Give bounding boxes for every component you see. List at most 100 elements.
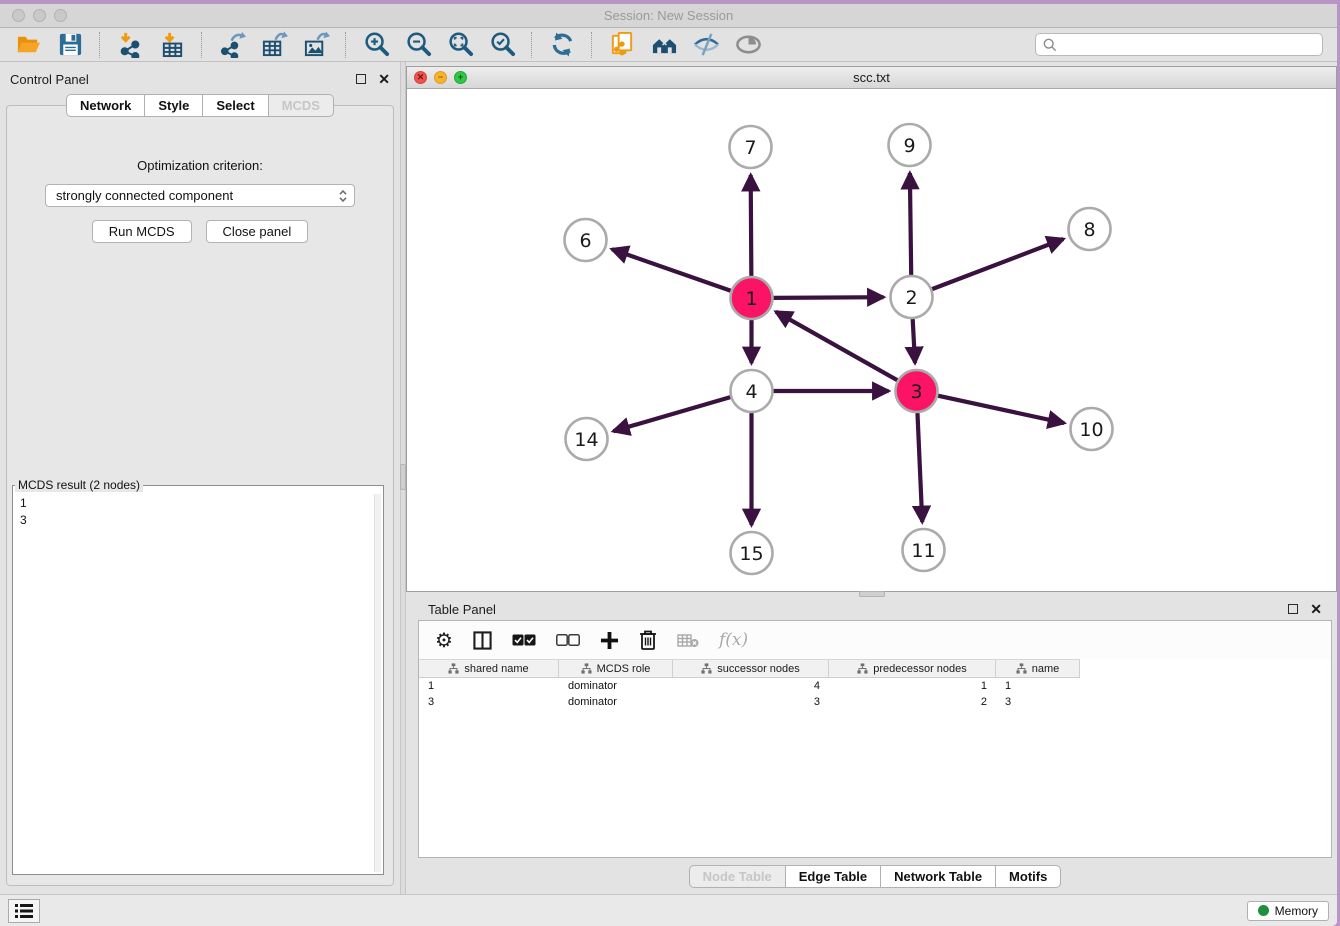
graph-edge-3-1[interactable]: [776, 312, 897, 380]
run-mcds-button[interactable]: Run MCDS: [92, 220, 192, 243]
table-cell[interactable]: 4: [673, 678, 829, 694]
refresh-layout-button[interactable]: [544, 31, 580, 59]
network-graph[interactable]: 7968124314101511: [407, 89, 1336, 591]
control-panel-title: Control Panel: [10, 72, 89, 87]
deselect-all-checkboxes-icon[interactable]: [556, 634, 580, 647]
home-button[interactable]: [646, 31, 682, 59]
table-cell[interactable]: 1: [419, 678, 559, 694]
select-all-checkboxes-icon[interactable]: [512, 634, 536, 647]
graph-node-label-2: 2: [905, 287, 917, 309]
close-panel-icon[interactable]: ✕: [1310, 602, 1322, 616]
horizontal-splitter[interactable]: [406, 592, 1337, 596]
control-panel-header: Control Panel ✕: [0, 68, 400, 90]
graph-edge-2-3[interactable]: [913, 319, 915, 363]
mcds-result-text: 1 3: [20, 495, 369, 871]
toolbar-separator: [201, 32, 203, 58]
show-columns-icon[interactable]: [473, 631, 492, 650]
zoom-in-button[interactable]: [358, 31, 394, 59]
table-cell[interactable]: dominator: [559, 694, 673, 710]
column-header-successor-nodes[interactable]: successor nodes: [673, 660, 829, 677]
column-header-predecessor-nodes[interactable]: predecessor nodes: [829, 660, 996, 677]
table-row[interactable]: 1dominator411: [419, 678, 1080, 694]
search-input[interactable]: [1062, 37, 1315, 52]
zoom-fit-icon: [447, 31, 474, 58]
column-header-shared-name[interactable]: shared name: [419, 660, 559, 677]
criterion-select[interactable]: strongly connected component: [45, 184, 355, 207]
task-history-button[interactable]: [8, 899, 40, 923]
import-network-button[interactable]: [112, 31, 148, 59]
network-canvas[interactable]: 7968124314101511: [407, 89, 1336, 591]
export-table-button[interactable]: [256, 31, 292, 59]
close-panel-icon[interactable]: ✕: [378, 72, 390, 86]
open-session-button[interactable]: [10, 31, 46, 59]
table-options-gear-icon[interactable]: ⚙: [435, 628, 453, 653]
table-row[interactable]: 3dominator323: [419, 694, 1080, 710]
column-sort-icon: [581, 663, 592, 674]
table-cell[interactable]: 2: [829, 694, 996, 710]
graph-edge-2-8[interactable]: [932, 239, 1063, 289]
tab-motifs[interactable]: Motifs: [996, 865, 1061, 888]
tab-style[interactable]: Style: [145, 94, 203, 117]
tab-network[interactable]: Network: [66, 94, 145, 117]
result-scrollbar[interactable]: [374, 494, 381, 872]
zoom-in-icon: [363, 31, 390, 58]
export-image-button[interactable]: [298, 31, 334, 59]
main-toolbar: [0, 28, 1337, 62]
tab-edge-table[interactable]: Edge Table: [786, 865, 881, 888]
mcds-panel: Optimization criterion: strongly connect…: [6, 105, 394, 886]
graph-node-label-6: 6: [579, 230, 591, 252]
graph-edge-2-9[interactable]: [910, 173, 911, 275]
splitter-handle[interactable]: [400, 464, 406, 490]
tab-mcds[interactable]: MCDS: [269, 94, 334, 117]
graph-node-label-7: 7: [744, 137, 756, 159]
graph-edge-4-14[interactable]: [613, 397, 730, 431]
table-cell[interactable]: 1: [996, 678, 1080, 694]
clone-network-icon: [609, 31, 636, 58]
table-panel-title: Table Panel: [428, 602, 496, 617]
float-panel-icon[interactable]: [356, 74, 366, 84]
graph-node-label-8: 8: [1083, 219, 1095, 241]
zoom-fit-button[interactable]: [442, 31, 478, 59]
table-panel-header: Table Panel ✕: [418, 598, 1332, 620]
eye-slash-icon: [693, 31, 720, 58]
table-cell[interactable]: dominator: [559, 678, 673, 694]
zoom-selected-button[interactable]: [484, 31, 520, 59]
clone-network-button[interactable]: [604, 31, 640, 59]
zoom-out-button[interactable]: [400, 31, 436, 59]
search-box[interactable]: [1035, 33, 1323, 56]
column-header-MCDS-role[interactable]: MCDS role: [559, 660, 673, 677]
float-panel-icon[interactable]: [1288, 604, 1298, 614]
panel-splitter[interactable]: [400, 62, 406, 894]
zoom-selected-icon: [489, 31, 516, 58]
memory-status-icon: [1258, 905, 1269, 916]
table-cell[interactable]: 3: [419, 694, 559, 710]
hide-panels-button[interactable]: [688, 31, 724, 59]
tab-select[interactable]: Select: [203, 94, 268, 117]
show-panels-button[interactable]: [730, 31, 766, 59]
table-cell[interactable]: 1: [829, 678, 996, 694]
search-icon: [1043, 38, 1057, 52]
import-table-button[interactable]: [154, 31, 190, 59]
column-label: MCDS role: [597, 663, 651, 675]
import-table-icon: [159, 31, 186, 58]
memory-button[interactable]: Memory: [1247, 901, 1329, 921]
graph-edge-1-7[interactable]: [751, 175, 752, 276]
save-session-button[interactable]: [52, 31, 88, 59]
tab-network-table[interactable]: Network Table: [881, 865, 996, 888]
column-header-name[interactable]: name: [996, 660, 1080, 677]
network-window: ✕ − + scc.txt 7968124314101511: [406, 66, 1337, 592]
table-cell[interactable]: 3: [996, 694, 1080, 710]
graph-edge-1-2[interactable]: [773, 297, 883, 298]
graph-edge-1-6[interactable]: [612, 249, 731, 291]
graph-edge-3-11[interactable]: [917, 413, 922, 522]
add-column-icon[interactable]: [600, 631, 619, 650]
table-cell[interactable]: 3: [673, 694, 829, 710]
column-label: shared name: [464, 663, 528, 675]
tab-node-table[interactable]: Node Table: [689, 865, 786, 888]
splitter-handle[interactable]: [859, 591, 885, 597]
delete-column-icon[interactable]: [639, 630, 657, 650]
close-panel-button[interactable]: Close panel: [206, 220, 309, 243]
graph-edge-3-10[interactable]: [938, 396, 1064, 423]
export-network-icon: [219, 31, 246, 58]
export-network-button[interactable]: [214, 31, 250, 59]
